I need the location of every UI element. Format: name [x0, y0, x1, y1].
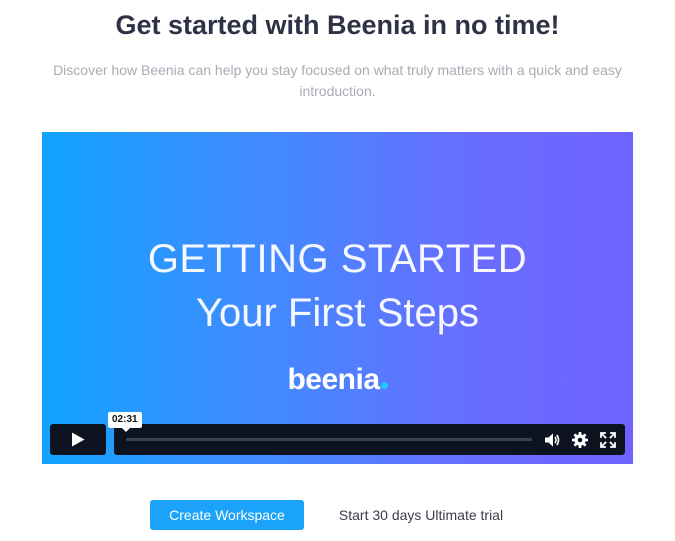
create-workspace-button[interactable]: Create Workspace — [150, 500, 304, 530]
logo-dot-icon — [380, 382, 388, 389]
page-title: Get started with Beenia in no time! — [115, 10, 560, 40]
start-trial-link[interactable]: Start 30 days Ultimate trial — [326, 500, 516, 530]
video-progress-bar[interactable] — [126, 438, 532, 441]
fullscreen-icon[interactable] — [599, 431, 617, 449]
video-duration-tooltip: 02:31 — [108, 412, 142, 432]
video-controls-bar — [114, 424, 625, 455]
page-subtitle: Discover how Beenia can help you stay fo… — [53, 62, 622, 99]
video-headline: GETTING STARTED — [147, 237, 528, 281]
video-logo: beenia — [42, 362, 633, 398]
video-subheadline: Your First Steps — [195, 291, 480, 335]
onboarding-page: Get started with Beenia in no time! Disc… — [0, 0, 675, 541]
volume-icon[interactable] — [543, 431, 561, 449]
play-button[interactable] — [50, 424, 106, 455]
video-logo-text: beenia — [287, 363, 380, 396]
play-icon — [72, 432, 85, 447]
gear-icon[interactable] — [571, 431, 589, 449]
